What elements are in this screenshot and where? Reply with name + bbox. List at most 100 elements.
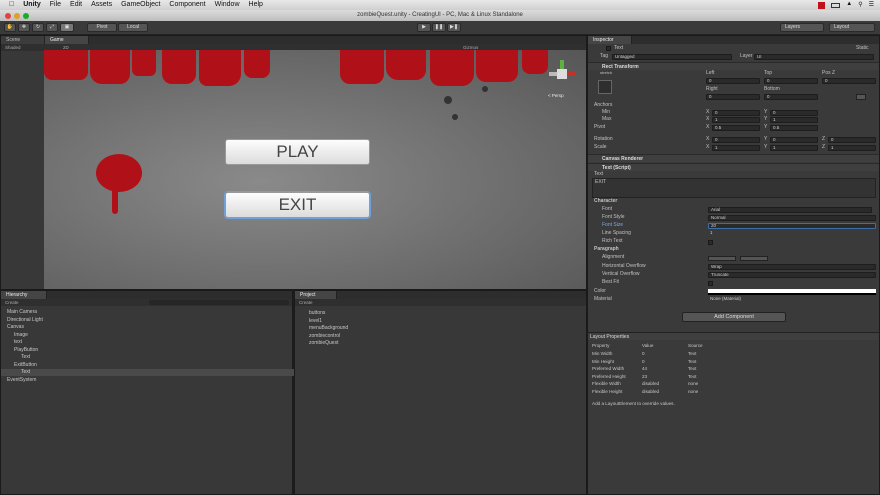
object-name[interactable]: Text [614, 45, 623, 51]
close-window-icon[interactable] [5, 13, 11, 19]
shaded-dropdown[interactable]: Shaded [5, 44, 21, 51]
tab-hierarchy[interactable]: Hierarchy [1, 291, 47, 299]
anchor-preset-icon[interactable] [598, 80, 612, 94]
menu-gameobject[interactable]: GameObject [121, 0, 160, 10]
hierarchy-item-text[interactable]: text [1, 339, 294, 346]
scale-x-field[interactable]: 1 [712, 145, 760, 151]
search-icon[interactable]: ⚲ [858, 1, 862, 9]
anchor-max-x-field[interactable]: 1 [712, 117, 760, 123]
posz-field[interactable]: 0 [822, 78, 876, 84]
pivot-x-field[interactable]: 0.5 [712, 125, 760, 131]
line-spacing-field[interactable]: 1 [708, 230, 876, 237]
rotation-x-field[interactable]: 0 [712, 137, 760, 143]
hierarchy-item-eventsystem[interactable]: EventSystem [1, 377, 294, 384]
rect-tool-icon[interactable]: ▣ [60, 23, 74, 32]
gizmo-center[interactable] [557, 69, 567, 79]
menu-assets[interactable]: Assets [91, 0, 112, 10]
rich-text-checkbox[interactable] [708, 240, 713, 245]
color-swatch[interactable] [708, 289, 876, 295]
scale-y-field[interactable]: 1 [770, 145, 818, 151]
hierarchy-search-input[interactable] [149, 300, 289, 305]
exit-button[interactable]: EXIT [224, 191, 371, 219]
add-component-button[interactable]: Add Component [682, 312, 786, 322]
hand-tool-icon[interactable]: ✋ [4, 23, 16, 32]
text-area[interactable]: EXIT [592, 178, 876, 198]
best-fit-checkbox[interactable] [708, 281, 713, 286]
hierarchy-item-exitbutton[interactable]: ExitButton [1, 362, 294, 369]
hierarchy-item-canvas[interactable]: Canvas [1, 324, 294, 331]
pivot-y-field[interactable]: 0.5 [770, 125, 818, 131]
menu-edit[interactable]: Edit [70, 0, 82, 10]
material-field[interactable]: None (Material) [708, 296, 876, 303]
project-item-buttons[interactable]: buttons [295, 310, 588, 317]
horizontal-overflow-dropdown[interactable]: Wrap [708, 264, 876, 270]
hierarchy-item-directional-light[interactable]: Directional Light [1, 317, 294, 324]
anchors-foldout[interactable]: Anchors [594, 102, 612, 108]
record-icon[interactable] [818, 2, 826, 9]
gizmo-z-axis[interactable] [549, 72, 557, 76]
local-toggle[interactable]: Local [118, 23, 148, 32]
hierarchy-item-playbutton-text[interactable]: Text [1, 354, 294, 361]
hierarchy-item-playbutton[interactable]: PlayButton [1, 347, 294, 354]
menu-window[interactable]: Window [215, 0, 240, 10]
pause-icon[interactable]: ❚❚ [432, 23, 446, 32]
layer-dropdown[interactable]: UI [754, 54, 874, 60]
horizontal-alignment-buttons[interactable] [708, 256, 736, 261]
scene-gizmo[interactable] [549, 60, 577, 88]
menu-help[interactable]: Help [249, 0, 263, 10]
layers-dropdown[interactable]: Layers [780, 23, 824, 32]
project-item-zombiecontrol[interactable]: zombiecontrol [295, 333, 588, 340]
tab-inspector[interactable]: Inspector [588, 36, 632, 44]
rotation-y-field[interactable]: 0 [770, 137, 818, 143]
font-field[interactable]: Arial [708, 207, 872, 213]
right-field[interactable]: 0 [706, 94, 760, 100]
hierarchy-item-image[interactable]: Image [1, 332, 294, 339]
layout-properties-header[interactable]: Layout Properties [588, 332, 879, 340]
menu-component[interactable]: Component [169, 0, 205, 10]
project-create-dropdown[interactable]: Create [299, 299, 313, 306]
canvas-renderer-header[interactable]: Canvas Renderer [588, 154, 879, 162]
list-icon[interactable]: ☰ [869, 1, 874, 9]
bottom-field[interactable]: 0 [764, 94, 818, 100]
hierarchy-item-main-camera[interactable]: Main Camera [1, 309, 294, 316]
rect-transform-header[interactable]: Rect Transform [588, 62, 879, 70]
scale-tool-icon[interactable]: ⤢ [46, 23, 58, 32]
rotation-z-field[interactable]: 0 [828, 137, 876, 143]
move-tool-icon[interactable]: ✥ [18, 23, 30, 32]
text-script-header[interactable]: Text (Script) [588, 163, 879, 171]
apple-icon[interactable]:  [9, 0, 14, 10]
gizmo-x-axis[interactable] [566, 72, 576, 76]
play-icon[interactable]: ▶ [417, 23, 431, 32]
menu-file[interactable]: File [50, 0, 61, 10]
top-field[interactable]: 0 [764, 78, 818, 84]
anchor-min-y-field[interactable]: 0 [770, 110, 818, 116]
vertical-overflow-dropdown[interactable]: Truncate [708, 272, 876, 278]
tab-scene[interactable]: Scene [1, 36, 45, 44]
game-viewport[interactable]: PLAY EXIT < Persp [44, 50, 586, 289]
vertical-alignment-buttons[interactable] [740, 256, 768, 261]
project-item-zombiequest[interactable]: zombieQuest [295, 340, 588, 347]
menu-app[interactable]: Unity [23, 0, 41, 10]
active-checkbox[interactable] [606, 46, 611, 51]
font-style-dropdown[interactable]: Normal [708, 215, 876, 221]
left-field[interactable]: 0 [706, 78, 760, 84]
pivot-toggle[interactable]: Pivot [87, 23, 117, 32]
tag-dropdown[interactable]: Untagged [612, 54, 732, 60]
raw-edit-button[interactable] [856, 94, 866, 100]
font-size-field[interactable]: 20 [708, 223, 876, 229]
static-toggle[interactable]: Static [856, 45, 869, 51]
project-item-level1[interactable]: level1 [295, 318, 588, 325]
hierarchy-create-dropdown[interactable]: Create [5, 299, 19, 306]
tab-game[interactable]: Game [45, 36, 89, 44]
persp-label[interactable]: < Persp [548, 93, 564, 98]
layout-dropdown[interactable]: Layout [829, 23, 875, 32]
zoom-window-icon[interactable] [23, 13, 29, 19]
scale-z-field[interactable]: 1 [828, 145, 876, 151]
rotate-tool-icon[interactable]: ↻ [32, 23, 44, 32]
anchor-max-y-field[interactable]: 1 [770, 117, 818, 123]
minimize-window-icon[interactable] [14, 13, 20, 19]
hierarchy-item-exitbutton-text[interactable]: Text [1, 369, 294, 376]
step-icon[interactable]: ▶❚ [447, 23, 461, 32]
project-item-menubackground[interactable]: menuBackground [295, 325, 588, 332]
anchor-min-x-field[interactable]: 0 [712, 110, 760, 116]
